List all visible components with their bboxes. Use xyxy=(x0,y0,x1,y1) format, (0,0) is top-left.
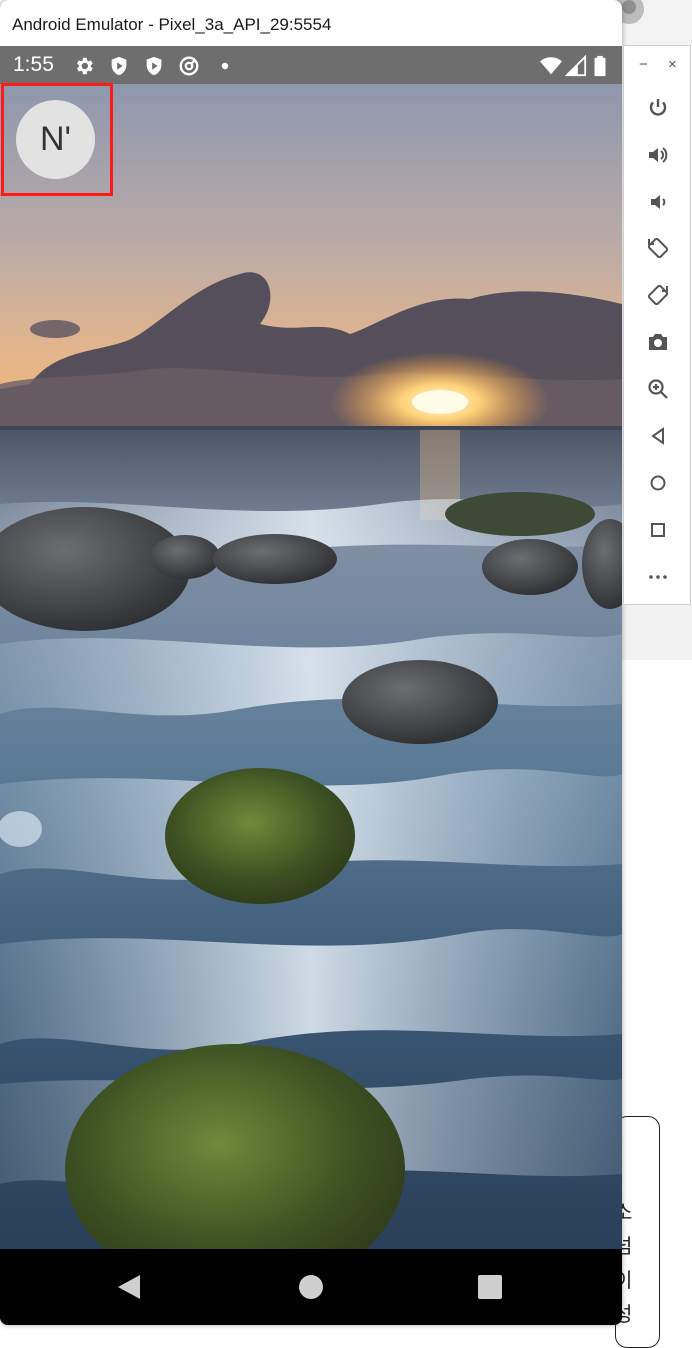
home-icon[interactable] xyxy=(646,471,670,495)
android-status-bar: 1:55 xyxy=(0,46,622,84)
rotate-left-icon[interactable] xyxy=(646,236,670,260)
overview-icon[interactable] xyxy=(646,518,670,542)
volume-up-icon[interactable] xyxy=(646,143,670,167)
window-title: Android Emulator - Pixel_3a_API_29:5554 xyxy=(12,15,332,34)
more-icon[interactable] xyxy=(646,565,670,589)
emulator-title-bar[interactable]: Android Emulator - Pixel_3a_API_29:5554 xyxy=(0,0,622,47)
back-icon[interactable] xyxy=(646,424,670,448)
rotate-right-icon[interactable] xyxy=(646,283,670,307)
battery-icon xyxy=(594,55,606,77)
status-time: 1:55 xyxy=(13,53,54,76)
zoom-icon[interactable] xyxy=(646,377,670,401)
nav-recents-icon[interactable] xyxy=(474,1271,506,1303)
emulator-window: Android Emulator - Pixel_3a_API_29:5554 … xyxy=(0,0,622,1325)
home-wallpaper[interactable] xyxy=(0,84,622,1249)
minimize-button[interactable]: − xyxy=(639,56,648,73)
close-button[interactable]: × xyxy=(668,56,677,73)
wifi-icon xyxy=(540,57,562,75)
shield-icon xyxy=(111,56,127,76)
notification-dot-icon xyxy=(221,62,229,70)
nav-home-icon[interactable] xyxy=(295,1271,327,1303)
settings-icon xyxy=(76,57,93,75)
emulator-side-toolbar: − × xyxy=(623,45,691,605)
volume-down-icon[interactable] xyxy=(646,190,670,214)
wallpaper-image xyxy=(0,84,622,1249)
power-icon[interactable] xyxy=(646,96,670,120)
android-nav-bar xyxy=(0,1249,622,1325)
signal-icon xyxy=(565,55,587,77)
profile-avatar[interactable]: N' xyxy=(16,100,95,179)
at-sign-icon xyxy=(179,56,199,76)
nav-back-icon[interactable] xyxy=(114,1271,146,1303)
camera-icon[interactable] xyxy=(646,330,670,354)
desktop-panel xyxy=(622,605,692,660)
play-protect-icon xyxy=(146,56,162,76)
